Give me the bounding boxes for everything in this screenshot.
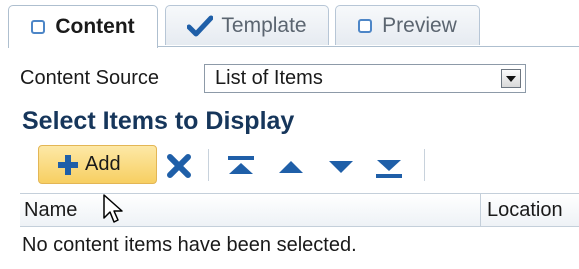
- section-title: Select Items to Display: [22, 107, 295, 135]
- dropdown-arrow-icon[interactable]: [501, 69, 521, 88]
- checkmark-icon: [187, 15, 214, 36]
- toolbar-separator: [208, 149, 209, 181]
- tab-template[interactable]: Template: [165, 5, 329, 45]
- delete-x-icon[interactable]: [167, 154, 191, 178]
- tab-template-label: Template: [221, 13, 307, 37]
- column-header-name[interactable]: Name: [24, 199, 77, 222]
- content-source-value: List of Items: [215, 67, 323, 89]
- toolbar-separator: [424, 149, 425, 181]
- checkbox-icon: [31, 20, 46, 34]
- content-source-label: Content Source: [20, 67, 159, 89]
- content-source-select[interactable]: List of Items: [204, 64, 526, 93]
- move-up-icon[interactable]: [276, 160, 306, 174]
- add-button-label: Add: [85, 153, 121, 175]
- tab-preview-label: Preview: [382, 13, 457, 37]
- tab-preview[interactable]: Preview: [335, 5, 480, 45]
- mouse-cursor-icon: [103, 194, 123, 223]
- move-bottom-icon[interactable]: [374, 158, 404, 178]
- checkbox-icon: [358, 18, 373, 33]
- column-header-location[interactable]: Location: [487, 199, 563, 222]
- tab-content-label: Content: [55, 15, 135, 38]
- plus-icon: [58, 154, 78, 175]
- items-toolbar: Add: [38, 145, 579, 185]
- empty-table-message: No content items have been selected.: [22, 234, 357, 256]
- move-top-icon[interactable]: [226, 156, 256, 176]
- move-down-icon[interactable]: [326, 160, 356, 174]
- tab-content[interactable]: Content: [8, 5, 158, 48]
- column-divider[interactable]: [480, 194, 481, 227]
- add-button[interactable]: Add: [38, 145, 157, 184]
